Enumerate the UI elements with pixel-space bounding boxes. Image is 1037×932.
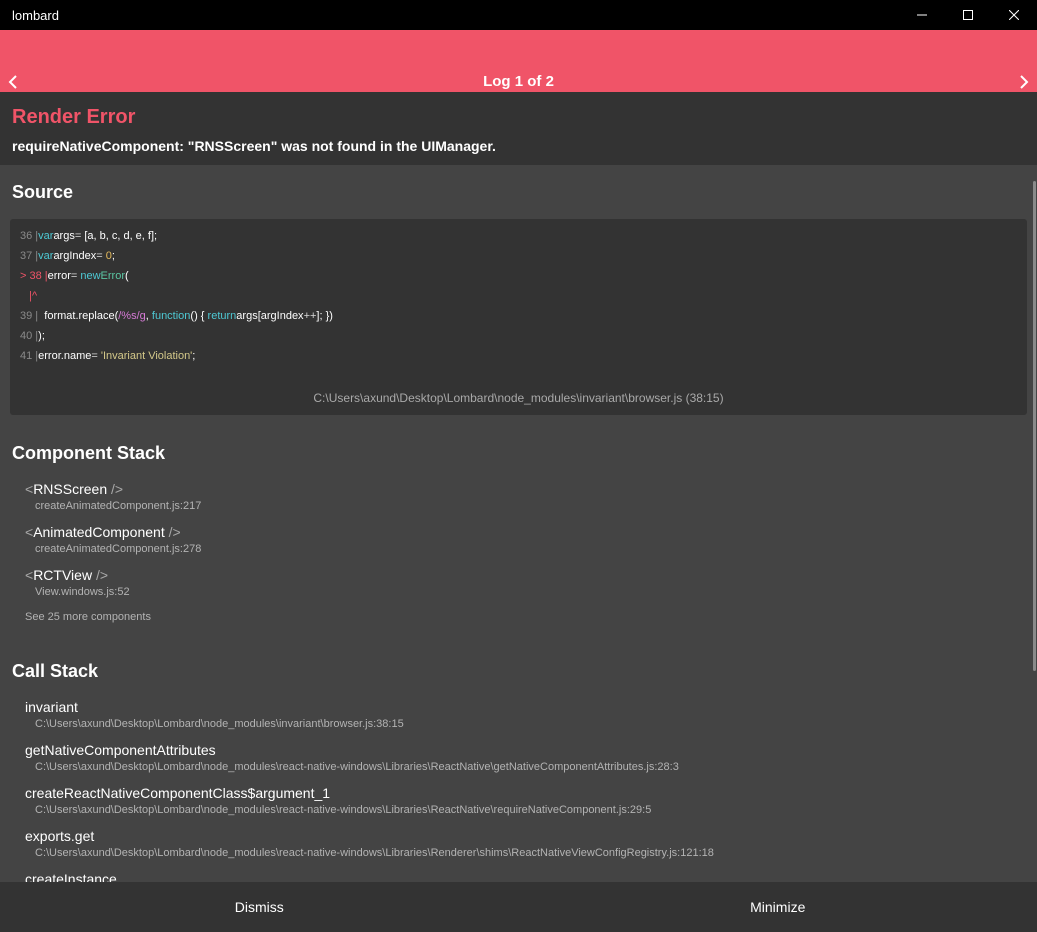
source-heading: Source (12, 182, 74, 202)
code-line: 37 |varargIndex= 0; (20, 250, 115, 262)
code-token: ; (192, 350, 196, 362)
component-location: createAnimatedComponent.js:217 (35, 500, 202, 512)
next-log-button[interactable] (1014, 72, 1034, 92)
code-token: () { (190, 310, 208, 322)
component-label: RCTView (33, 567, 93, 583)
code-token: [a, b, c, d, e, f]; (84, 230, 158, 242)
frame-location: C:\Users\axund\Desktop\Lombard\node_modu… (35, 761, 679, 773)
component-stack-item[interactable]: <RNSScreen /> createAnimatedComponent.js:… (25, 481, 201, 512)
close-icon (1009, 10, 1019, 20)
code-token: var (38, 230, 54, 242)
code-token: return (207, 310, 237, 322)
line-number: 41 | (20, 350, 39, 362)
error-title: Render Error (12, 106, 136, 128)
code-token: args[argIndex (236, 310, 304, 322)
redbox-window: lombard Log 1 of 2 Render Error requireN… (0, 0, 1037, 932)
call-stack-frame[interactable]: getNativeComponentAttributes C:\Users\axu… (25, 742, 679, 773)
code-line: 36 |varargs= [a, b, c, d, e, f]; (20, 230, 157, 242)
frame-function-name: createReactNativeComponentClass$argument… (25, 785, 331, 801)
code-token: = (96, 250, 106, 262)
line-number: 37 | (20, 250, 39, 262)
source-file-path[interactable]: C:\Users\axund\Desktop\Lombard\node_modu… (10, 391, 1027, 405)
title-bar: lombard (0, 0, 1037, 30)
code-token: = (91, 350, 101, 362)
code-token: new (80, 270, 101, 282)
tag-open: < (25, 524, 34, 540)
minimize-icon (917, 14, 927, 16)
component-stack-item[interactable]: <AnimatedComponent /> createAnimatedCompo… (25, 524, 201, 555)
code-token: function (151, 310, 191, 322)
call-stack-frame[interactable]: invariant C:\Users\axund\Desktop\Lombard\… (25, 699, 404, 730)
error-caret: |^ (20, 290, 38, 302)
code-token: ]; }) (316, 310, 333, 322)
component-label: RNSScreen (33, 481, 108, 497)
code-token: ); (38, 330, 45, 342)
code-token: ; (111, 250, 115, 262)
code-token: format.replace( (38, 310, 119, 322)
line-number: 39 | (20, 310, 39, 322)
tag-close: /> (92, 567, 109, 583)
component-name: <RCTView /> (25, 567, 130, 583)
code-token: Error (100, 270, 125, 282)
footer: Dismiss Minimize (0, 882, 1037, 932)
tag-close: /> (107, 481, 124, 497)
frame-location: C:\Users\axund\Desktop\Lombard\node_modu… (35, 804, 652, 816)
component-label: AnimatedComponent (33, 524, 165, 540)
call-stack-frame[interactable]: createReactNativeComponentClass$argument… (25, 785, 651, 816)
component-stack-item[interactable]: <RCTView /> View.windows.js:52 (25, 567, 130, 598)
frame-location: C:\Users\axund\Desktop\Lombard\node_modu… (35, 847, 714, 859)
line-number: 40 | (20, 330, 39, 342)
window-maximize-button[interactable] (945, 0, 991, 30)
code-token: error.name (38, 350, 92, 362)
code-token: args (53, 230, 75, 242)
line-number: 38 | (29, 270, 48, 282)
scroll-content[interactable]: Source 36 |varargs= [a, b, c, d, e, f]; 3… (0, 165, 1037, 882)
component-location: View.windows.js:52 (35, 586, 130, 598)
frame-function-name: exports.get (25, 828, 95, 844)
code-token: error (47, 270, 71, 282)
tag-open: < (25, 481, 34, 497)
code-line: > 38 |error= newError( (20, 270, 129, 282)
log-counter: Log 1 of 2 (483, 73, 554, 90)
tag-close: /> (164, 524, 181, 540)
code-token: var (38, 250, 54, 262)
call-stack-heading: Call Stack (12, 661, 99, 681)
code-token: /%s/g (118, 310, 146, 322)
scrollbar[interactable] (1033, 181, 1036, 671)
code-line: 41 |error.name= 'Invariant Violation'; (20, 350, 195, 362)
code-line: 40 |); (20, 330, 45, 342)
source-code-frame: 36 |varargs= [a, b, c, d, e, f]; 37 |vara… (10, 219, 1027, 415)
code-line: |^ (20, 290, 37, 302)
code-token: = (74, 230, 85, 242)
minimize-button[interactable]: Minimize (519, 882, 1037, 932)
chevron-right-icon (1020, 75, 1029, 89)
line-number: 36 | (20, 230, 39, 242)
dismiss-button[interactable]: Dismiss (0, 882, 519, 932)
code-token: argIndex (53, 250, 97, 262)
tag-open: < (25, 567, 34, 583)
code-token: ( (125, 270, 129, 282)
see-more-components-link[interactable]: See 25 more components (25, 611, 151, 623)
frame-function-name: invariant (25, 699, 78, 715)
app-title: lombard (12, 7, 59, 23)
code-token: 'Invariant Violation' (100, 350, 193, 362)
component-name: <RNSScreen /> (25, 481, 201, 497)
code-line: 39 | format.replace(/%s/g, function() { … (20, 310, 333, 322)
component-stack-heading: Component Stack (12, 443, 166, 463)
code-token: ++ (303, 310, 317, 322)
component-location: createAnimatedComponent.js:278 (35, 543, 202, 555)
error-message: requireNativeComponent: "RNSScreen" was … (12, 138, 496, 154)
log-header: Log 1 of 2 (0, 30, 1037, 92)
frame-function-name: createInstance (25, 871, 117, 882)
call-stack-frame[interactable]: exports.get C:\Users\axund\Desktop\Lombar… (25, 828, 714, 859)
maximize-icon (963, 10, 973, 20)
call-stack-frame[interactable]: createInstance (25, 871, 117, 882)
window-minimize-button[interactable] (899, 0, 945, 30)
frame-location: C:\Users\axund\Desktop\Lombard\node_modu… (35, 718, 404, 730)
component-name: <AnimatedComponent /> (25, 524, 201, 540)
window-close-button[interactable] (991, 0, 1037, 30)
error-summary: Render Error requireNativeComponent: "RN… (0, 92, 1037, 165)
code-token: = (70, 270, 81, 282)
frame-function-name: getNativeComponentAttributes (25, 742, 216, 758)
